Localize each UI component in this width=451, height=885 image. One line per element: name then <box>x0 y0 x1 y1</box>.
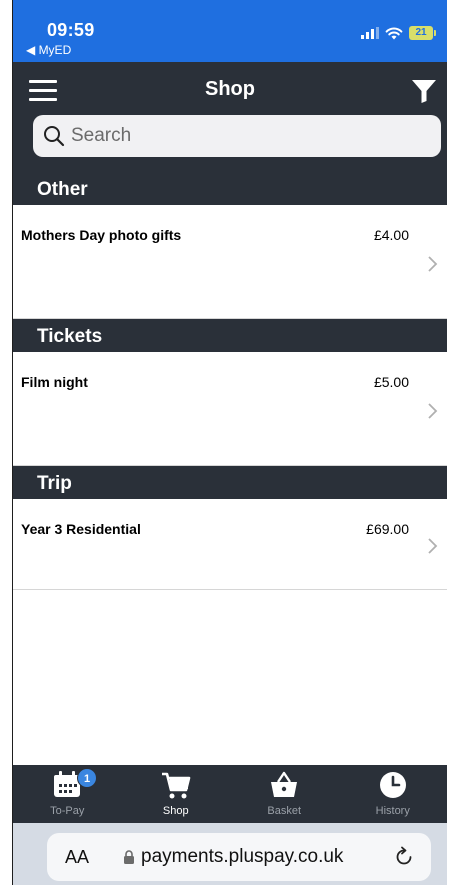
tab-to-pay[interactable]: 1 To-Pay <box>13 765 122 823</box>
tab-history[interactable]: History <box>339 765 448 823</box>
address-bar[interactable]: AA payments.pluspay.co.uk <box>47 833 431 881</box>
cart-icon <box>161 772 191 799</box>
tab-shop[interactable]: Shop <box>122 765 231 823</box>
list-item[interactable]: Film night £5.00 <box>13 352 447 466</box>
item-name: Film night <box>21 374 88 390</box>
item-price: £5.00 <box>373 374 409 390</box>
basket-icon <box>271 771 298 797</box>
section-header-trip: Trip <box>13 466 447 499</box>
screen: 09:59 ◀ MyED 21 Shop Search Other Mother… <box>0 0 451 885</box>
filter-icon[interactable] <box>411 78 437 104</box>
clock-icon <box>379 772 406 798</box>
battery-indicator: 21 <box>409 26 436 40</box>
chevron-right-icon <box>428 256 438 272</box>
tab-label: History <box>375 805 410 817</box>
search-input[interactable] <box>71 125 411 147</box>
tab-basket[interactable]: Basket <box>230 765 339 823</box>
status-icons: 21 <box>361 26 436 40</box>
browser-toolbar: AA payments.pluspay.co.uk <box>13 823 447 885</box>
item-name: Year 3 Residential <box>21 521 141 537</box>
reload-icon[interactable] <box>393 846 415 868</box>
bottom-tab-bar: 1 To-Pay Shop Basket History <box>13 765 447 823</box>
back-to-app-link[interactable]: ◀ MyED <box>26 43 71 57</box>
lock-icon <box>124 850 134 864</box>
section-header-tickets: Tickets <box>13 319 447 352</box>
section-header-other: Other <box>13 172 447 205</box>
left-edge <box>0 0 13 885</box>
list-item[interactable]: Mothers Day photo gifts £4.00 <box>13 205 447 319</box>
signal-icon <box>361 27 379 39</box>
url-wrap: payments.pluspay.co.uk <box>123 846 343 868</box>
page-title: Shop <box>205 78 255 100</box>
phone-screen: 09:59 ◀ MyED 21 Shop Search Other Mother… <box>13 0 447 885</box>
item-price: £69.00 <box>366 521 409 537</box>
search-bar[interactable] <box>33 115 441 157</box>
product-list: Other Mothers Day photo gifts £4.00 Tick… <box>13 172 447 590</box>
chevron-right-icon <box>428 403 438 419</box>
status-time: 09:59 <box>47 20 95 40</box>
item-name: Mothers Day photo gifts <box>21 227 182 243</box>
right-edge <box>447 0 451 885</box>
chevron-right-icon <box>428 538 438 554</box>
tab-label: Basket <box>267 805 302 817</box>
search-icon <box>44 126 65 147</box>
url-text[interactable]: payments.pluspay.co.uk <box>141 846 343 868</box>
app-header: Shop <box>13 62 447 172</box>
item-price: £4.00 <box>373 227 409 243</box>
text-size-button[interactable]: AA <box>65 847 89 868</box>
to-pay-count-badge: 1 <box>77 768 97 788</box>
tab-label: To-Pay <box>50 805 85 817</box>
tab-label: Shop <box>162 805 189 817</box>
wifi-icon <box>385 27 403 39</box>
status-bar: 09:59 ◀ MyED 21 <box>13 0 447 62</box>
list-item[interactable]: Year 3 Residential £69.00 <box>13 499 447 590</box>
